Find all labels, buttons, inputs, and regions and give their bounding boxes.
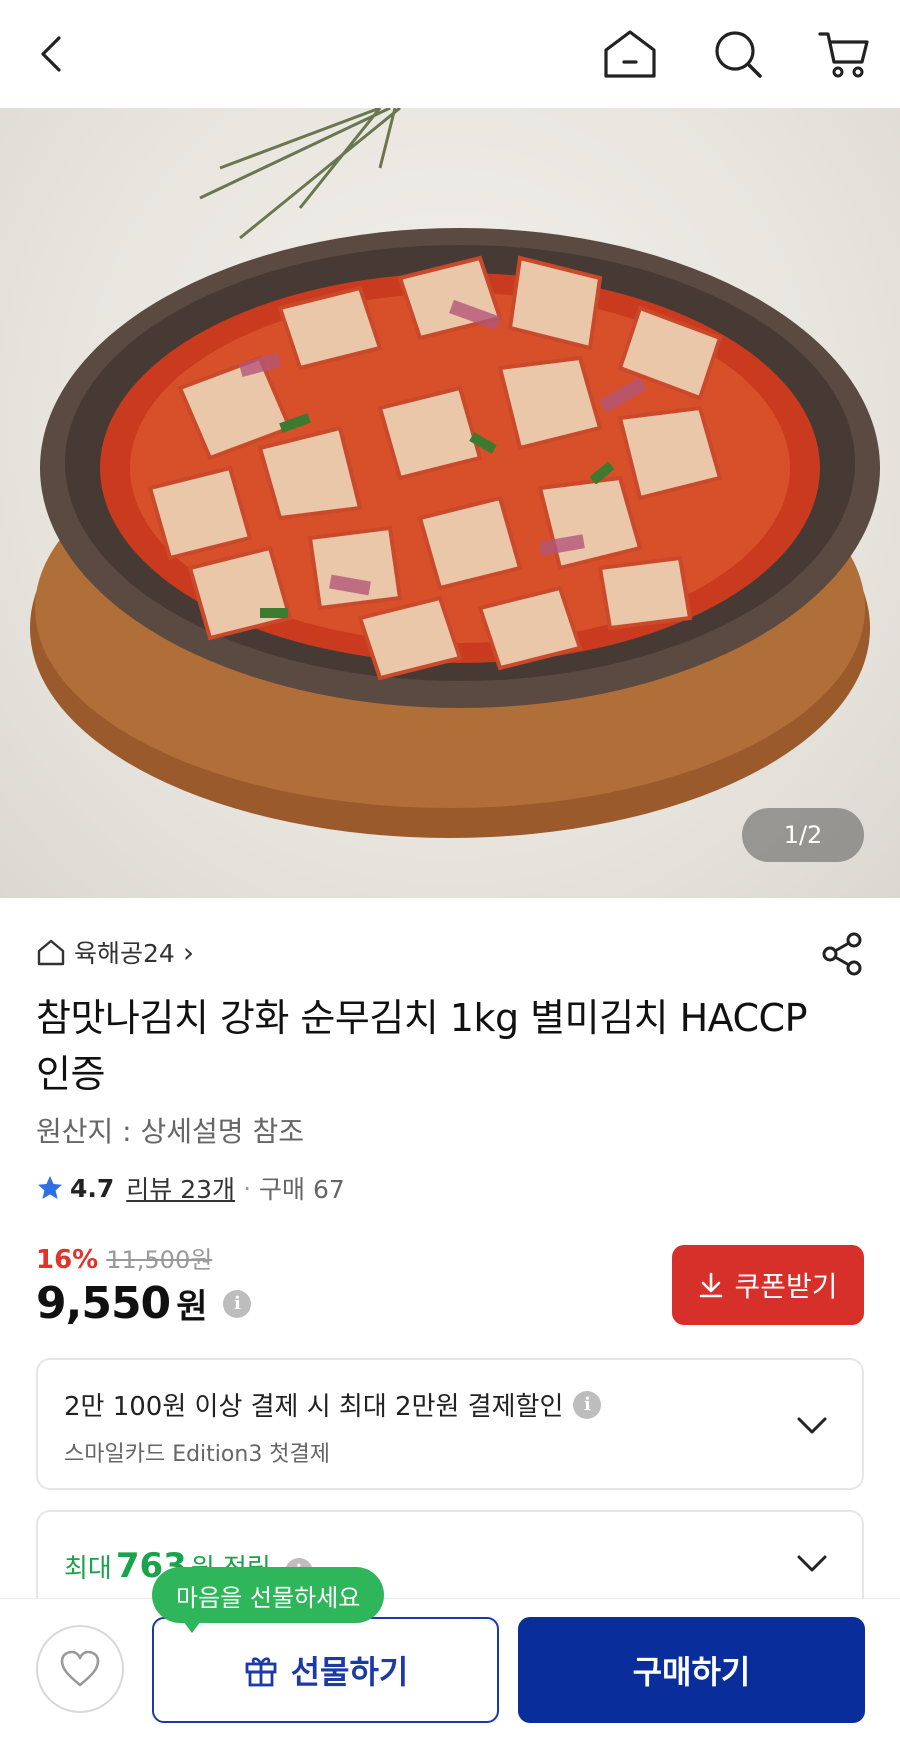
carousel-page-indicator: 1/2 <box>742 808 864 862</box>
share-icon <box>822 932 862 976</box>
gift-label: 선물하기 <box>290 1653 409 1691</box>
chevron-right-icon: › <box>182 935 195 969</box>
reviews-link[interactable]: 리뷰 23개 <box>126 1170 235 1206</box>
seller-name: 육해공24 <box>74 939 175 968</box>
buy-button[interactable]: 구매하기 <box>518 1617 865 1723</box>
search-icon <box>715 31 762 78</box>
kimchi-dish-image <box>30 108 880 838</box>
back-button[interactable] <box>20 22 84 86</box>
discount-row: 16% 11,500원 <box>36 1240 212 1275</box>
share-button[interactable] <box>818 930 866 978</box>
gift-button[interactable]: 선물하기 <box>152 1617 499 1723</box>
purchase-count: 구매 67 <box>259 1175 345 1204</box>
payment-discount-card[interactable]: 2만 100원 이상 결제 시 최대 2만원 결제할인 i 스마일카드 Edit… <box>36 1358 864 1490</box>
home-button[interactable] <box>598 22 662 86</box>
payment-discount-line: 2만 100원 이상 결제 시 최대 2만원 결제할인 i <box>64 1386 602 1423</box>
discount-rate: 16% <box>36 1245 99 1275</box>
download-icon <box>700 1272 723 1298</box>
chevron-down-icon <box>797 1555 827 1572</box>
payment-card-name: 스마일카드 Edition3 첫결제 <box>64 1442 331 1467</box>
payment-discount-text: 2만 100원 이상 결제 시 최대 2만원 결제할인 <box>64 1392 564 1422</box>
gift-tooltip-tail <box>180 1617 204 1633</box>
wishlist-button[interactable] <box>36 1625 124 1713</box>
heart-icon <box>60 1650 100 1687</box>
product-image-carousel[interactable]: 1/2 <box>0 108 900 898</box>
store-home-icon <box>37 939 65 966</box>
price-info-icon[interactable]: i <box>223 1289 252 1318</box>
cart-icon <box>818 32 869 78</box>
product-title: 참맛나김치 강화 순무김치 1kg 별미김치 HACCP인증 <box>36 996 807 1096</box>
separator-dot: · <box>243 1173 252 1203</box>
bottom-action-bar: 선물하기 구매하기 <box>0 1598 900 1741</box>
product-origin: 원산지 : 상세설명 참조 <box>36 1115 304 1148</box>
price-unit: 원 <box>176 1287 208 1327</box>
info-icon[interactable]: i <box>573 1390 602 1419</box>
rating-row: 4.7 리뷰 23개 · 구매 67 <box>36 1170 345 1206</box>
gift-icon <box>245 1657 277 1687</box>
gift-tooltip: 마음을 선물하세요 <box>152 1567 385 1623</box>
seller-store-link[interactable]: 육해공24 › <box>36 935 194 969</box>
chevron-down-icon <box>797 1417 827 1434</box>
coupon-label: 쿠폰받기 <box>734 1270 838 1303</box>
price-row: 9,550 원 i <box>36 1278 252 1329</box>
original-price: 11,500원 <box>106 1246 213 1274</box>
rating-score: 4.7 <box>70 1173 115 1203</box>
buy-label: 구매하기 <box>632 1653 751 1691</box>
points-prefix: 최대 <box>64 1554 112 1584</box>
chevron-left-icon <box>41 36 61 72</box>
search-button[interactable] <box>706 22 770 86</box>
top-navigation-bar <box>0 0 900 108</box>
sale-price: 9,550 <box>36 1278 171 1329</box>
cart-button[interactable] <box>812 22 876 86</box>
star-icon <box>38 1176 62 1199</box>
home-icon <box>604 30 656 78</box>
coupon-button[interactable]: 쿠폰받기 <box>672 1245 864 1325</box>
